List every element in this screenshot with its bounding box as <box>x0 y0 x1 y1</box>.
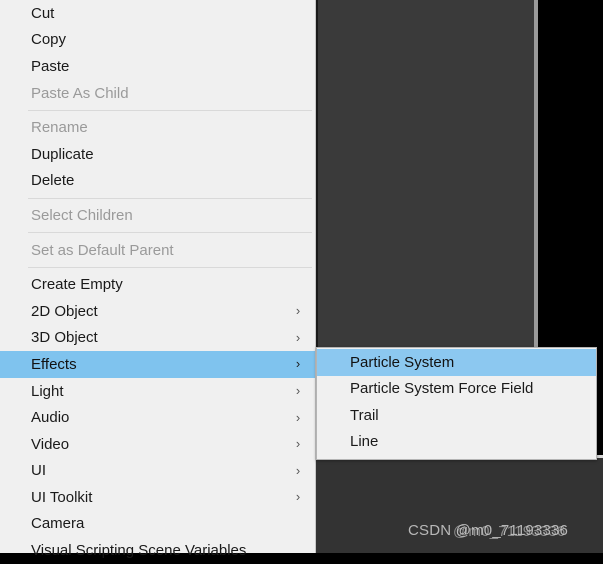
submenu-item-label: Particle System Force Field <box>350 380 534 398</box>
menu-item-label: Paste As Child <box>31 84 129 102</box>
effects-submenu[interactable]: Particle System Particle System Force Fie… <box>316 347 597 460</box>
menu-item-duplicate[interactable]: Duplicate <box>0 141 315 168</box>
submenu-item-line[interactable]: Line <box>317 429 596 456</box>
menu-item-ui[interactable]: UI › <box>0 458 315 485</box>
unity-editor-screenshot: @m0_71193336 CSDN @m0_71193336 Cut Copy Pa… <box>0 0 603 559</box>
menu-item-label: Set as Default Parent <box>31 241 174 259</box>
menu-item-camera[interactable]: Camera <box>0 511 315 538</box>
menu-item-paste[interactable]: Paste <box>0 53 315 80</box>
menu-item-effects[interactable]: Effects › <box>0 351 315 378</box>
menu-item-label: Create Empty <box>31 276 123 294</box>
context-menu[interactable]: Cut Copy Paste Paste As Child Rename Duplicat… <box>0 0 316 559</box>
menu-item-label: Camera <box>31 515 85 533</box>
menu-item-label: Visual Scripting Scene Variables <box>31 542 247 560</box>
watermark: CSDN @m0_71193336 <box>408 522 569 539</box>
submenu-item-label: Particle System <box>350 353 455 371</box>
menu-item-paste-as-child: Paste As Child <box>0 80 315 107</box>
menu-item-label: Video <box>31 435 70 453</box>
menu-item-label: 3D Object <box>31 329 98 347</box>
menu-item-label: Select Children <box>31 206 133 224</box>
menu-item-label: Light <box>31 382 64 400</box>
menu-item-create-empty[interactable]: Create Empty <box>0 271 315 298</box>
menu-item-2d-object[interactable]: 2D Object › <box>0 298 315 325</box>
chevron-right-icon: › <box>295 436 301 452</box>
submenu-item-trail[interactable]: Trail <box>317 402 596 429</box>
menu-item-rename: Rename <box>0 114 315 141</box>
menu-item-3d-object[interactable]: 3D Object › <box>0 325 315 352</box>
menu-item-label: Delete <box>31 172 75 190</box>
menu-item-audio[interactable]: Audio › <box>0 404 315 431</box>
menu-item-copy[interactable]: Copy <box>0 27 315 54</box>
chevron-right-icon: › <box>295 489 301 505</box>
menu-separator <box>28 232 312 234</box>
menu-separator <box>28 109 312 111</box>
chevron-right-icon: › <box>295 409 301 425</box>
menu-item-label: Audio <box>31 409 70 427</box>
chevron-right-icon: › <box>295 329 301 345</box>
menu-item-delete[interactable]: Delete <box>0 168 315 195</box>
menu-item-label: Effects <box>31 355 77 373</box>
submenu-item-particle-system[interactable]: Particle System <box>317 349 596 376</box>
chevron-right-icon: › <box>295 303 301 319</box>
menu-separator <box>28 197 312 199</box>
menu-item-label: 2D Object <box>31 302 98 320</box>
menu-item-video[interactable]: Video › <box>0 431 315 458</box>
menu-item-label: Cut <box>31 4 55 22</box>
chevron-right-icon: › <box>295 356 301 372</box>
menu-item-set-as-default-parent: Set as Default Parent <box>0 237 315 264</box>
menu-item-select-children: Select Children <box>0 202 315 229</box>
menu-item-label: Paste <box>31 57 70 75</box>
menu-item-label: UI Toolkit <box>31 488 93 506</box>
submenu-item-label: Line <box>350 433 379 451</box>
menu-item-label: Rename <box>31 119 88 137</box>
chevron-right-icon: › <box>295 383 301 399</box>
menu-item-cut[interactable]: Cut <box>0 0 315 27</box>
chevron-right-icon: › <box>295 462 301 478</box>
menu-item-visual-scripting-scene-variables[interactable]: Visual Scripting Scene Variables <box>0 537 315 564</box>
menu-item-label: UI <box>31 462 46 480</box>
menu-item-light[interactable]: Light › <box>0 378 315 405</box>
menu-item-ui-toolkit[interactable]: UI Toolkit › <box>0 484 315 511</box>
menu-separator <box>28 266 312 268</box>
submenu-item-label: Trail <box>350 406 379 424</box>
menu-item-label: Duplicate <box>31 145 94 163</box>
menu-item-label: Copy <box>31 31 67 49</box>
submenu-item-particle-system-force-field[interactable]: Particle System Force Field <box>317 376 596 403</box>
